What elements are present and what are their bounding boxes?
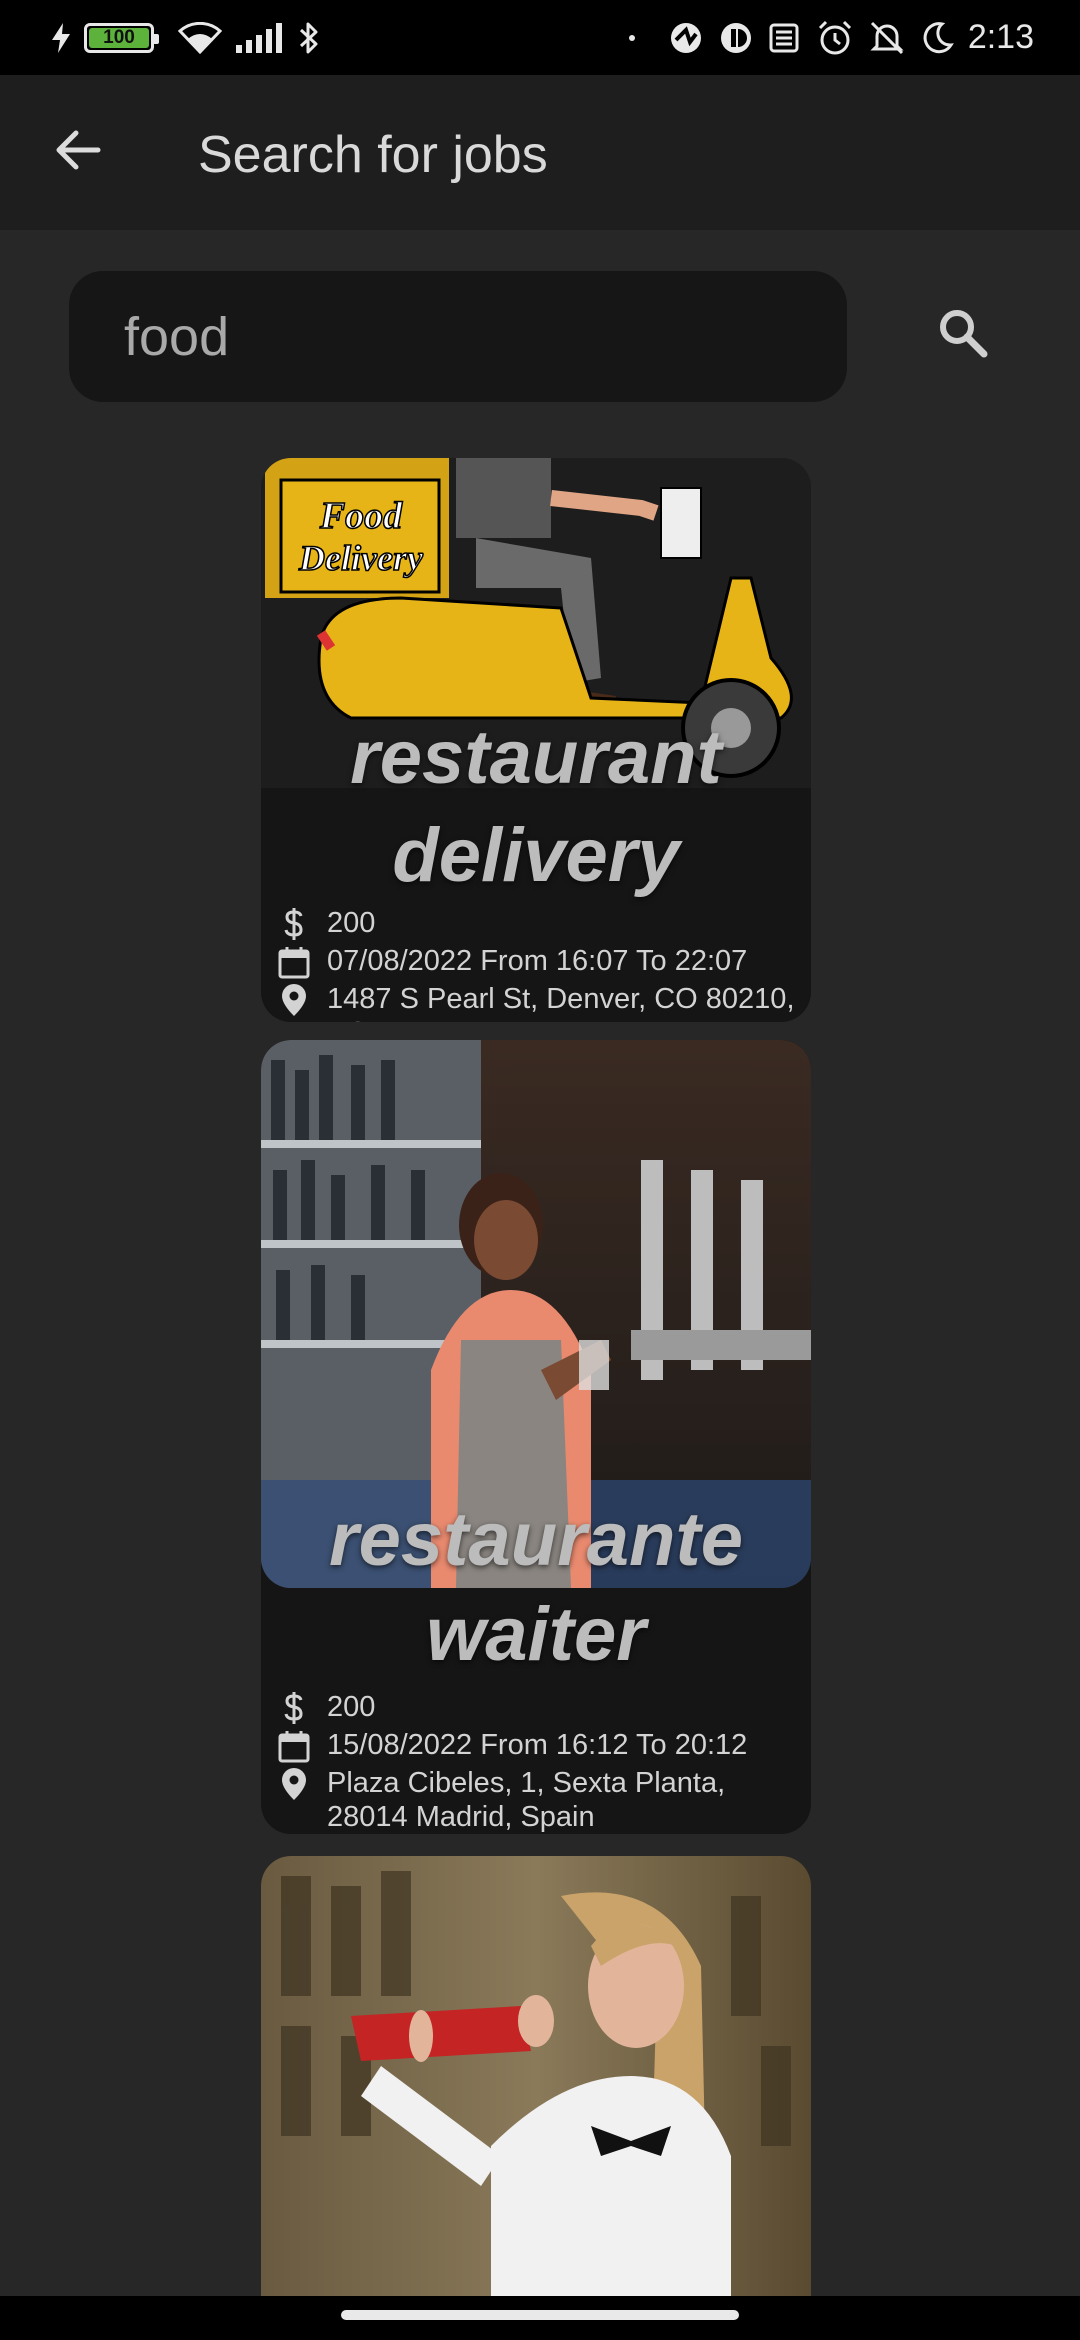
search-input[interactable]: [124, 271, 804, 402]
dot-icon: [628, 34, 636, 42]
news-icon: [768, 21, 802, 55]
calendar-icon: [275, 1728, 313, 1764]
arrow-left-icon: [54, 129, 102, 176]
alarm-icon: [816, 19, 854, 57]
status-bar-left: 100: [52, 0, 320, 75]
svg-text:Delivery: Delivery: [298, 538, 424, 578]
job-card[interactable]: restaurante waiter 200 15/08/2022 From 1…: [261, 1040, 811, 1834]
search-icon: [937, 307, 989, 364]
home-indicator[interactable]: [341, 2310, 739, 2320]
status-bar: 100 2:13: [0, 0, 1080, 75]
job-title-line2: delivery: [392, 813, 680, 898]
location-pin-icon: [275, 982, 313, 1018]
job-pay-row: 200: [275, 1690, 375, 1726]
job-title-line1: restaurante: [329, 1497, 743, 1582]
job-address-row: 1487 S Pearl St, Denver, CO 80210, USA: [275, 982, 811, 1022]
status-bar-right: 2:13: [628, 0, 1034, 75]
svg-text:Food: Food: [319, 495, 403, 537]
page-title: Search for jobs: [198, 126, 548, 184]
job-image-bartender-cocktail: [261, 1856, 811, 2296]
job-card[interactable]: [261, 1856, 811, 2296]
app-icon: [718, 20, 754, 56]
moon-icon: [920, 21, 954, 55]
search-box[interactable]: [69, 271, 847, 402]
dollar-icon: [275, 1690, 313, 1726]
job-schedule: 07/08/2022 From 16:07 To 22:07: [327, 945, 748, 977]
bell-off-icon: [868, 19, 906, 57]
status-clock: 2:13: [967, 18, 1034, 56]
navigation-bar: [0, 2296, 1080, 2340]
signal-icon: [236, 22, 284, 53]
wifi-icon: [178, 21, 222, 54]
dollar-icon: [275, 906, 313, 942]
battery-icon: 100: [84, 22, 159, 53]
job-title-line2: waiter: [426, 1592, 646, 1677]
job-address-row: Plaza Cibeles, 1, Sexta Planta, 28014 Ma…: [275, 1766, 795, 1834]
search-button[interactable]: [925, 298, 1000, 373]
job-pay: 200: [327, 907, 376, 939]
job-schedule-row: 07/08/2022 From 16:07 To 22:07: [275, 944, 747, 980]
job-title-line1: restaurant: [350, 715, 722, 800]
app-bar: Search for jobs: [0, 75, 1080, 230]
job-schedule-row: 15/08/2022 From 16:12 To 20:12: [275, 1728, 747, 1764]
job-card[interactable]: Food Delivery restaurant delivery 200 07…: [261, 458, 811, 1022]
job-schedule: 15/08/2022 From 16:12 To 20:12: [327, 1729, 748, 1761]
bluetooth-icon: [298, 20, 320, 56]
job-address: 1487 S Pearl St, Denver, CO 80210, USA: [327, 983, 795, 1022]
job-pay-row: 200: [275, 906, 375, 942]
calendar-icon: [275, 944, 313, 980]
battery-level: 100: [103, 26, 135, 48]
data-saver-icon: [668, 20, 704, 56]
job-pay: 200: [327, 1691, 376, 1723]
job-address: Plaza Cibeles, 1, Sexta Planta, 28014 Ma…: [327, 1767, 726, 1833]
charging-bolt-icon: [52, 22, 70, 53]
back-button[interactable]: [40, 120, 115, 185]
location-pin-icon: [275, 1766, 313, 1802]
